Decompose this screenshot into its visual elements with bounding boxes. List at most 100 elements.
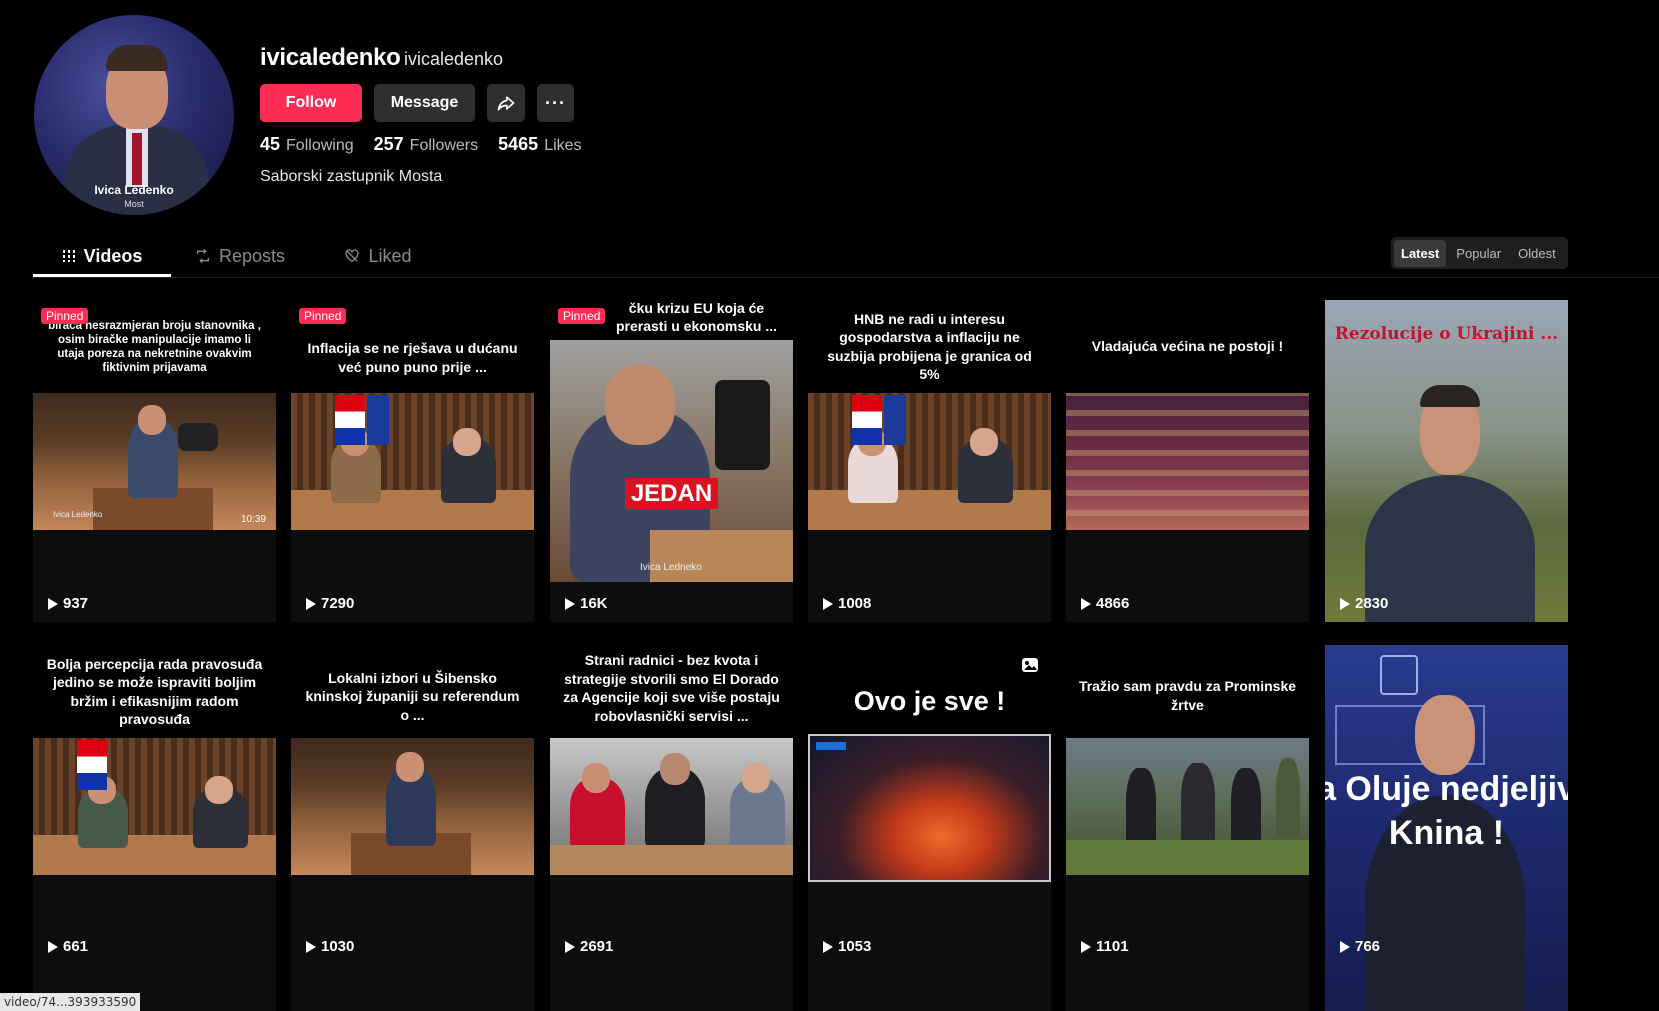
video-views: 1030 bbox=[306, 938, 354, 955]
video-card[interactable]: a Oluje nedjeljiv Knina ! 766 bbox=[1325, 645, 1568, 1011]
share-icon bbox=[497, 96, 515, 111]
status-bar-url: video/74...393933590 bbox=[0, 993, 141, 1011]
profile-nickname: ivicaledenko bbox=[404, 49, 504, 69]
sort-toggle: Latest Popular Oldest bbox=[1391, 237, 1568, 269]
video-views: 16K bbox=[565, 595, 608, 612]
video-thumbnail bbox=[291, 738, 534, 875]
video-card[interactable]: Inflacija se ne rješava u dućanu već pun… bbox=[291, 300, 534, 622]
photo-icon bbox=[1022, 658, 1038, 672]
video-views: 2691 bbox=[565, 938, 613, 955]
video-card[interactable]: birača nesrazmjeran broju stanovnika , o… bbox=[33, 300, 276, 622]
following-label: Following bbox=[286, 137, 354, 154]
video-thumbnail bbox=[1066, 738, 1309, 875]
video-caption: čku krizu EU koja će prerasti u ekonomsk… bbox=[615, 300, 778, 334]
video-caption: a Oluje nedjeljiv Knina ! bbox=[1325, 770, 1568, 852]
followers-count: 257 bbox=[373, 134, 404, 154]
video-caption: Strani radnici - bez kvota i strategije … bbox=[563, 652, 780, 724]
following-stat[interactable]: 45 Following bbox=[260, 134, 354, 155]
video-caption: Ovo je sve ! bbox=[853, 686, 1006, 716]
video-caption-area: Strani radnici - bez kvota i strategije … bbox=[550, 645, 793, 738]
video-views: 1053 bbox=[823, 938, 871, 955]
play-icon bbox=[306, 597, 316, 610]
video-overlay-text: JEDAN bbox=[624, 478, 719, 509]
video-caption-area: Tražio sam pravdu za Prominske žrtve bbox=[1066, 645, 1309, 738]
video-lower-name: Ivica Ledneko bbox=[640, 562, 702, 573]
video-caption: Tražio sam pravdu za Prominske žrtve bbox=[1078, 678, 1297, 713]
video-views: 661 bbox=[48, 938, 88, 955]
message-button[interactable]: Message bbox=[374, 84, 475, 122]
video-views-count: 1008 bbox=[838, 595, 872, 612]
video-card[interactable]: Vladajuća većina ne postoji ! 4866 bbox=[1066, 300, 1309, 622]
tab-videos-label: Videos bbox=[83, 245, 143, 266]
tabs-divider bbox=[33, 277, 1659, 278]
video-caption: Lokalni izbori u Šibensko kninskoj župan… bbox=[305, 669, 520, 723]
play-icon bbox=[823, 940, 833, 953]
video-thumbnail bbox=[1325, 300, 1568, 622]
likes-count: 5465 bbox=[498, 134, 539, 154]
video-views: 7290 bbox=[306, 595, 354, 612]
video-views-count: 937 bbox=[63, 595, 89, 612]
video-caption-area: Ovo je sve ! bbox=[808, 645, 1051, 738]
profile-avatar[interactable]: Ivica Ledenko Most bbox=[34, 15, 234, 215]
play-icon bbox=[565, 940, 575, 953]
video-views-count: 4866 bbox=[1096, 595, 1130, 612]
followers-stat[interactable]: 257 Followers bbox=[374, 134, 479, 155]
likes-stat: 5465 Likes bbox=[498, 134, 581, 155]
sort-popular[interactable]: Popular bbox=[1449, 240, 1508, 267]
sort-latest[interactable]: Latest bbox=[1394, 239, 1447, 267]
repost-icon bbox=[196, 248, 209, 264]
video-views: 937 bbox=[48, 595, 88, 612]
tab-reposts[interactable]: Reposts bbox=[171, 236, 309, 276]
video-views: 1101 bbox=[1081, 938, 1129, 955]
play-icon bbox=[823, 597, 833, 610]
video-card[interactable]: Rezolucije o Ukrajini ... 2830 bbox=[1325, 300, 1568, 622]
video-caption: HNB ne radi u interesu gospodarstva a in… bbox=[827, 310, 1032, 383]
video-views-count: 1101 bbox=[1096, 938, 1129, 955]
tab-videos[interactable]: Videos bbox=[33, 236, 171, 276]
video-views-count: 661 bbox=[63, 938, 89, 955]
video-card[interactable]: Strani radnici - bez kvota i strategije … bbox=[550, 645, 793, 1011]
sort-oldest[interactable]: Oldest bbox=[1511, 240, 1563, 267]
pinned-badge: Pinned bbox=[299, 308, 347, 324]
video-caption-area: Vladajuća većina ne postoji ! bbox=[1066, 300, 1309, 393]
play-icon bbox=[48, 597, 58, 610]
video-thumbnail bbox=[550, 738, 793, 875]
video-lower-name: Ivica Ledenko bbox=[53, 510, 103, 519]
video-duration: 10:39 bbox=[240, 514, 266, 525]
play-icon bbox=[48, 940, 58, 953]
video-caption: Inflacija se ne rješava u dućanu već pun… bbox=[307, 340, 518, 375]
pinned-badge: Pinned bbox=[558, 308, 606, 324]
video-views-count: 7290 bbox=[321, 595, 355, 612]
profile-bio: Saborski zastupnik Mosta bbox=[260, 168, 443, 185]
video-card[interactable]: Lokalni izbori u Šibensko kninskoj župan… bbox=[291, 645, 534, 1011]
video-thumbnail bbox=[291, 393, 534, 530]
video-thumbnail bbox=[808, 393, 1051, 530]
share-button[interactable] bbox=[487, 84, 525, 122]
avatar-tie bbox=[132, 133, 142, 185]
tab-liked[interactable]: Liked bbox=[309, 236, 447, 276]
avatar-sub: Most bbox=[124, 199, 144, 209]
video-overlay: JEDAN bbox=[550, 478, 793, 509]
pinned-badge: Pinned bbox=[41, 308, 89, 324]
video-caption-area: HNB ne radi u interesu gospodarstva a in… bbox=[808, 300, 1051, 393]
video-views-count: 16K bbox=[580, 595, 608, 612]
play-icon bbox=[1081, 597, 1091, 610]
play-icon bbox=[1340, 940, 1350, 953]
follow-button[interactable]: Follow bbox=[260, 84, 362, 122]
video-caption: Vladajuća većina ne postoji ! bbox=[1091, 338, 1284, 355]
heart-icon bbox=[345, 249, 360, 263]
video-views: 4866 bbox=[1081, 595, 1129, 612]
video-card[interactable]: Bolja percepcija rada pravosuđa jedino s… bbox=[33, 645, 276, 1011]
video-card[interactable]: čku krizu EU koja će prerasti u ekonomsk… bbox=[550, 300, 793, 622]
video-views-count: 2830 bbox=[1355, 595, 1389, 612]
profile-tabs: Videos Reposts Liked bbox=[33, 236, 447, 276]
grid-icon bbox=[62, 250, 75, 262]
video-card[interactable]: Ovo je sve ! 1053 bbox=[808, 645, 1051, 1011]
more-options-button[interactable]: ··· bbox=[537, 84, 574, 122]
video-views-count: 766 bbox=[1355, 938, 1381, 955]
likes-label: Likes bbox=[544, 137, 582, 154]
video-thumbnail bbox=[808, 734, 1051, 882]
video-card[interactable]: HNB ne radi u interesu gospodarstva a in… bbox=[808, 300, 1051, 622]
video-caption: Rezolucije o Ukrajini ... bbox=[1334, 324, 1559, 344]
video-card[interactable]: Tražio sam pravdu za Prominske žrtve 110… bbox=[1066, 645, 1309, 1011]
